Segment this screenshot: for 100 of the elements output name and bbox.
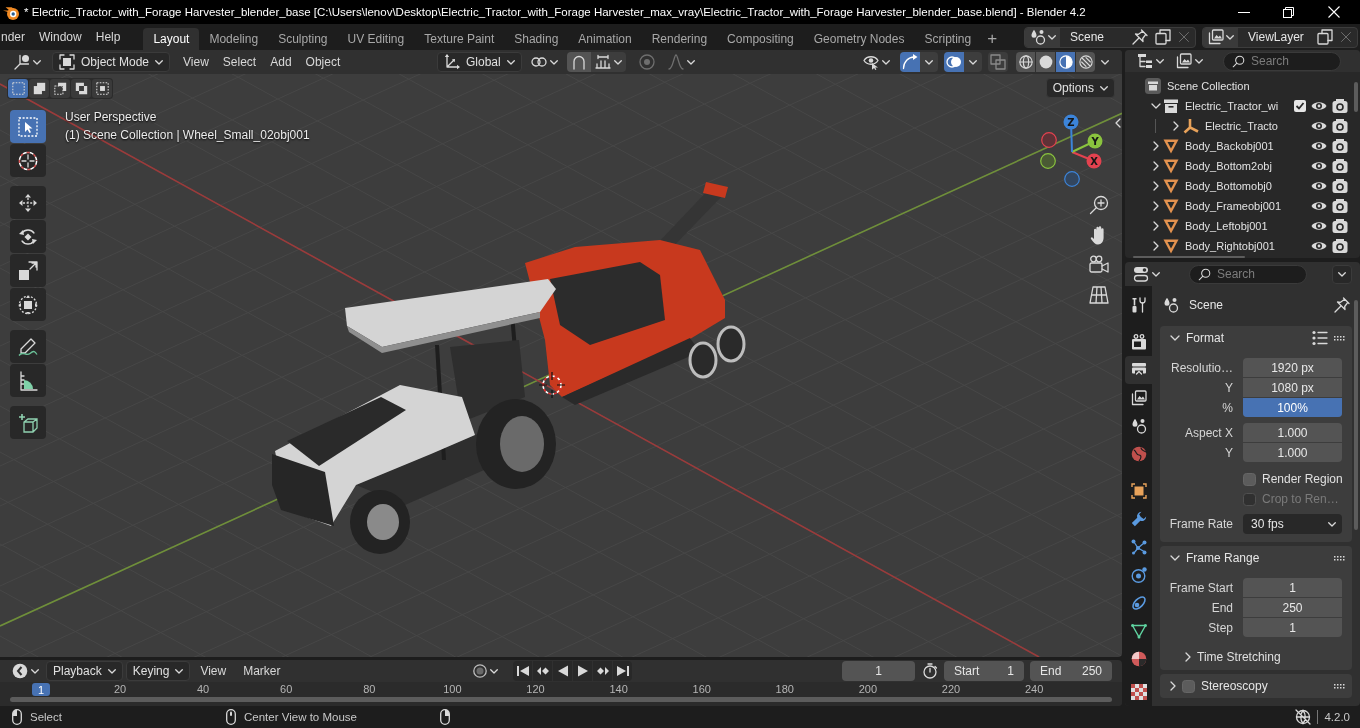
scale-tool[interactable] xyxy=(10,254,46,287)
drag-handle-icon[interactable] xyxy=(1334,335,1345,341)
number-field[interactable]: 1 xyxy=(1243,618,1342,637)
playhead-frame-marker[interactable]: 1 xyxy=(32,683,50,696)
gizmo-toggle[interactable] xyxy=(900,52,920,72)
duplicate-icon[interactable] xyxy=(1317,29,1333,45)
workspace-tab[interactable]: Scripting xyxy=(914,28,982,50)
number-field[interactable]: 1920 px xyxy=(1243,358,1342,377)
checkbox[interactable] xyxy=(1294,100,1306,112)
options-dropdown[interactable]: Options xyxy=(1045,78,1115,98)
add-cube-tool[interactable] xyxy=(10,406,46,439)
negative-z-axis-handle[interactable] xyxy=(1064,171,1080,187)
slider-field[interactable]: 100% xyxy=(1243,398,1342,417)
measure-tool[interactable] xyxy=(10,364,46,397)
expand-chevron-icon[interactable] xyxy=(1153,161,1159,171)
zoom-icon[interactable] xyxy=(1089,195,1109,215)
xray-toggle[interactable] xyxy=(988,52,1008,72)
expand-chevron-icon[interactable] xyxy=(1185,652,1191,662)
y-axis-handle[interactable]: Y xyxy=(1071,133,1103,153)
minimize-icon[interactable] xyxy=(1237,11,1250,13)
workspace-tab[interactable]: Texture Paint xyxy=(414,28,505,50)
scene-name-field[interactable]: Scene xyxy=(1067,30,1125,44)
drag-handle-icon[interactable] xyxy=(1334,555,1345,561)
add-workspace-button[interactable]: + xyxy=(981,28,1004,50)
options-dropdown[interactable] xyxy=(1332,264,1352,284)
workspace-tab[interactable]: Animation xyxy=(568,28,642,50)
preset-list-icon[interactable] xyxy=(1312,330,1328,346)
checkbox[interactable] xyxy=(1182,679,1195,693)
menu-dropdown[interactable]: Playback xyxy=(46,661,123,681)
camera-icon[interactable] xyxy=(1332,198,1348,214)
collapse-chevron-icon[interactable] xyxy=(1170,335,1180,341)
drag-handle-icon[interactable] xyxy=(1334,683,1345,689)
panel-title[interactable]: Frame Range xyxy=(1186,551,1260,565)
previous-keyframe-button[interactable] xyxy=(533,661,552,681)
camera-icon[interactable] xyxy=(1332,118,1348,134)
expand-chevron-icon[interactable] xyxy=(1153,141,1159,151)
negative-y-axis-handle[interactable] xyxy=(1040,153,1056,169)
workspace-tab[interactable]: Modeling xyxy=(199,28,269,50)
properties-tab[interactable] xyxy=(1125,356,1152,384)
outliner-item-name[interactable]: Electric_Tracto xyxy=(1205,120,1278,132)
outliner-item-name[interactable]: Body_Rightobj001 xyxy=(1185,240,1275,252)
number-field[interactable]: 250 xyxy=(1243,598,1342,617)
subpanel-title[interactable]: Time Stretching xyxy=(1197,650,1281,664)
menu-item[interactable]: Add xyxy=(263,52,299,72)
menu-dropdown[interactable]: Keying xyxy=(125,661,191,681)
select-mode-button[interactable] xyxy=(50,79,70,98)
camera-icon[interactable] xyxy=(1089,255,1109,275)
mode-dropdown[interactable]: Object Mode xyxy=(52,52,171,72)
x-axis-handle[interactable]: X xyxy=(1071,151,1102,169)
scrollbar[interactable] xyxy=(1354,82,1358,112)
camera-icon[interactable] xyxy=(1332,158,1348,174)
camera-icon[interactable] xyxy=(1332,138,1348,154)
camera-icon[interactable] xyxy=(1332,98,1348,114)
workspace-tab[interactable]: Shading xyxy=(504,28,569,50)
wireframe-shading-button[interactable] xyxy=(1016,52,1035,72)
scrollbar[interactable] xyxy=(10,697,1112,702)
jump-to-end-button[interactable] xyxy=(613,661,632,681)
checkbox[interactable] xyxy=(1243,472,1256,486)
play-reverse-button[interactable] xyxy=(553,661,572,681)
panel-title[interactable]: Stereoscopy xyxy=(1201,679,1268,693)
jump-to-start-button[interactable] xyxy=(513,661,532,681)
view-layer-name-field[interactable]: ViewLayer xyxy=(1245,30,1310,44)
end-frame-field[interactable]: End 250 xyxy=(1030,661,1112,681)
collapse-chevron-icon[interactable] xyxy=(1170,555,1180,561)
snap-target-dropdown[interactable] xyxy=(590,52,626,72)
menu-item[interactable]: View xyxy=(176,52,216,72)
current-frame-field[interactable]: 1 xyxy=(842,661,915,681)
orientation-dropdown[interactable]: Global xyxy=(437,52,522,72)
solid-shading-button[interactable] xyxy=(1036,52,1055,72)
select-mode-button[interactable] xyxy=(8,79,28,98)
z-axis-handle[interactable]: Z xyxy=(1063,114,1079,153)
select-box-tool[interactable] xyxy=(10,110,46,143)
workspace-tab[interactable]: Compositing xyxy=(717,28,804,50)
start-frame-field[interactable]: Start 1 xyxy=(944,661,1024,681)
number-field[interactable]: 1080 px xyxy=(1243,378,1342,397)
outliner-item-name[interactable]: Body_Backobj001 xyxy=(1185,140,1274,152)
menu-item[interactable]: Help xyxy=(88,27,128,47)
outliner-item-name[interactable]: Body_Bottom2obj xyxy=(1185,160,1272,172)
number-field[interactable]: 1.000 xyxy=(1243,443,1342,462)
material-preview-button[interactable] xyxy=(1056,52,1075,72)
expand-chevron-icon[interactable] xyxy=(1153,241,1159,251)
outliner-item-name[interactable]: Body_Frameobj001 xyxy=(1185,200,1281,212)
overlay-toggle[interactable] xyxy=(944,52,964,72)
duplicate-icon[interactable] xyxy=(1155,29,1171,45)
expand-chevron-icon[interactable] xyxy=(1153,181,1159,191)
number-field[interactable]: 1.000 xyxy=(1243,423,1342,442)
collapse-chevron-icon[interactable] xyxy=(1151,103,1161,109)
workspace-tab[interactable]: Rendering xyxy=(641,28,718,50)
camera-icon[interactable] xyxy=(1332,218,1348,234)
outliner-item-name[interactable]: Scene Collection xyxy=(1167,80,1250,92)
menu-item[interactable]: Object xyxy=(298,52,348,72)
workspace-tab[interactable]: Geometry Nodes xyxy=(803,28,915,50)
cursor-tool[interactable] xyxy=(10,144,46,177)
pin-icon[interactable] xyxy=(1132,29,1148,45)
negative-x-axis-handle[interactable] xyxy=(1041,132,1057,148)
stopwatch-icon[interactable] xyxy=(922,663,938,679)
outliner-item-name[interactable]: Body_Bottomobj0 xyxy=(1185,180,1272,192)
select-mode-button[interactable] xyxy=(71,79,91,98)
grid-icon[interactable] xyxy=(1089,285,1109,305)
outliner-item-name[interactable]: Electric_Tractor_wi xyxy=(1185,100,1279,112)
